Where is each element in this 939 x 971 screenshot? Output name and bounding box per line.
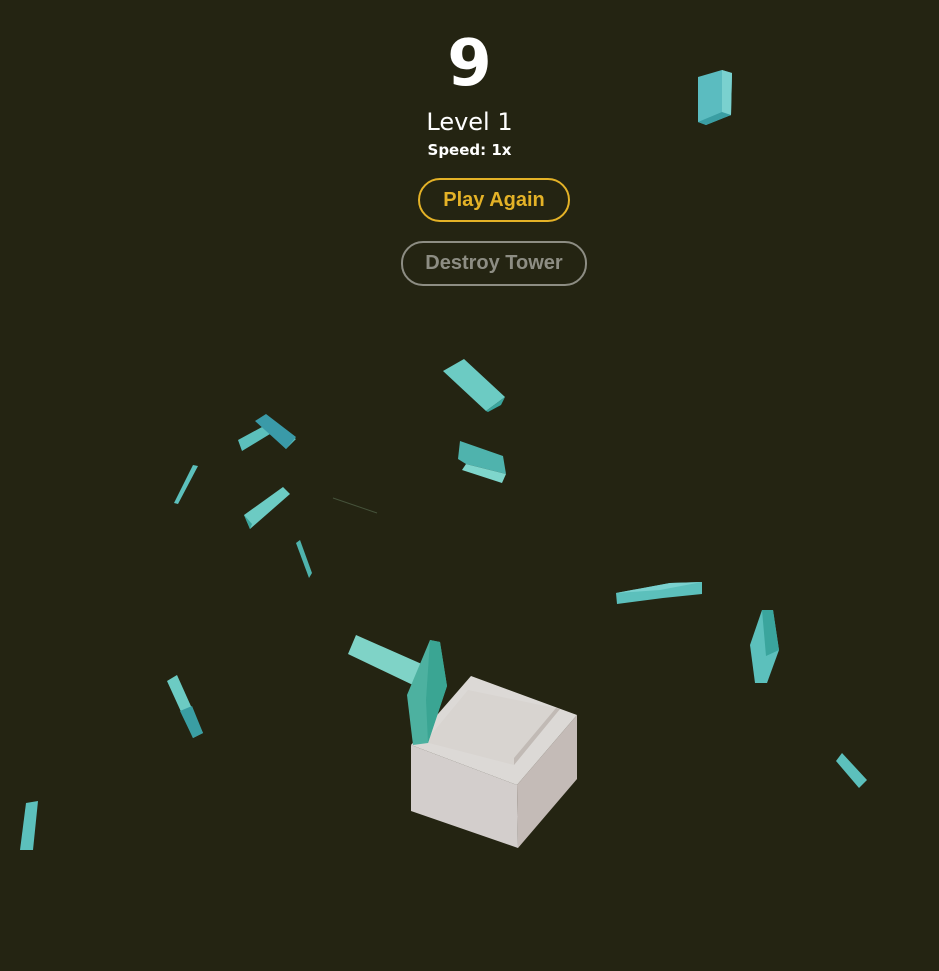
flying-block: [616, 582, 702, 604]
flying-block: [238, 414, 296, 451]
flying-block: [296, 540, 312, 578]
flying-block: [458, 441, 506, 483]
flying-block: [174, 465, 198, 504]
flying-block: [20, 801, 38, 850]
level-label: Level 1: [426, 108, 513, 136]
flying-block: [836, 753, 867, 788]
debris-sliver: [332, 497, 378, 514]
play-again-button[interactable]: Play Again: [418, 178, 570, 222]
flying-block: [167, 675, 203, 738]
score-counter: 9: [447, 27, 492, 101]
falling-block: [348, 635, 424, 686]
destroy-tower-button[interactable]: Destroy Tower: [401, 241, 587, 286]
flying-block: [750, 610, 779, 683]
flying-block: [443, 359, 505, 412]
speed-label: Speed: 1x: [427, 141, 512, 159]
flying-block: [244, 487, 290, 529]
